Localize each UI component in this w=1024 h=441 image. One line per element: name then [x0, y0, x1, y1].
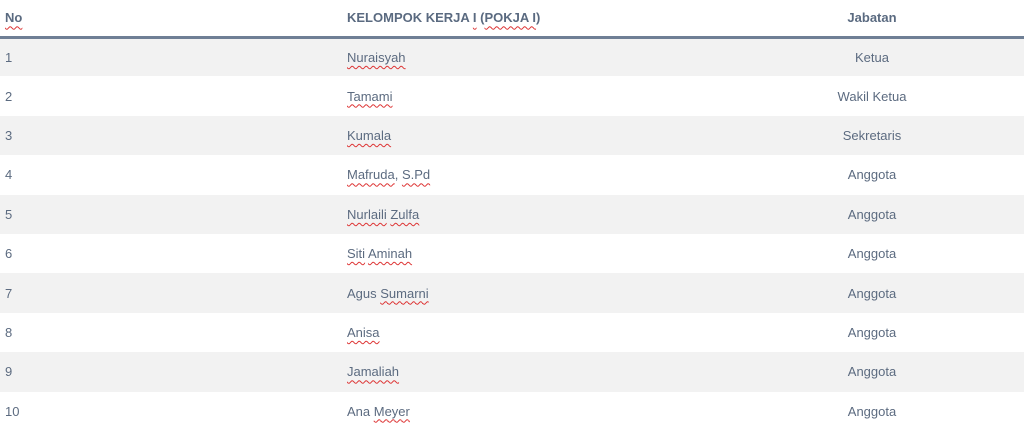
member-name-part: Jamaliah — [347, 364, 400, 380]
cell-member-name: Mafruda, S.Pd — [340, 155, 720, 194]
table-row: 6 Siti Aminah Anggota — [0, 233, 1024, 274]
cell-no: 6 — [5, 246, 13, 262]
member-name-part: Nurlaili — [347, 206, 387, 222]
cell-member-name: Ana Meyer — [340, 392, 720, 431]
cell-member-name: Tamami — [340, 76, 720, 115]
member-name-part: Meyer — [373, 403, 410, 419]
table-row: 8 Anisa Anggota — [0, 312, 1024, 353]
table-row: 9 Jamaliah Anggota — [0, 352, 1024, 392]
cell-no: 4 — [5, 167, 13, 183]
pokja-table-container: No KELOMPOK KERJA I (POKJA I) Jabatan 1 N… — [0, 0, 1024, 441]
member-name-part: Nuraisyah — [347, 49, 406, 65]
member-name-part: Siti — [347, 246, 366, 262]
header-name-paren-close: ) — [536, 10, 541, 26]
cell-member-name: Siti Aminah — [340, 234, 720, 273]
member-name-part: Sumarni — [380, 285, 429, 301]
pokja-members-table: No KELOMPOK KERJA I (POKJA I) Jabatan 1 N… — [0, 0, 1024, 431]
header-row: No KELOMPOK KERJA I (POKJA I) Jabatan — [0, 0, 1024, 39]
header-name-paren-open: ( — [476, 10, 485, 26]
cell-no: 1 — [5, 49, 13, 65]
header-jabatan: Jabatan — [720, 0, 1024, 39]
cell-member-name: Jamaliah — [340, 352, 720, 391]
cell-member-name: Nurlaili Zulfa — [340, 195, 720, 234]
cell-no: 2 — [5, 88, 13, 104]
cell-no: 3 — [5, 127, 13, 143]
cell-member-name: Anisa — [340, 313, 720, 352]
cell-no: 9 — [5, 364, 13, 380]
cell-jabatan: Sekretaris — [842, 127, 902, 143]
member-name-part: , — [394, 167, 402, 183]
table-row: 3 Kumala Sekretaris — [0, 115, 1024, 156]
member-name-part: Mafruda — [347, 167, 395, 183]
member-name-part: Ana — [347, 403, 374, 419]
cell-jabatan: Anggota — [847, 324, 897, 340]
cell-no: 8 — [5, 324, 13, 340]
cell-no: 10 — [5, 403, 20, 419]
table-row: 5 Nurlaili Zulfa Anggota — [0, 194, 1024, 234]
member-name-part: Kumala — [347, 127, 392, 143]
table-row: 10 Ana Meyer Anggota — [0, 391, 1024, 431]
cell-jabatan: Anggota — [847, 364, 897, 380]
header-no-label: No — [5, 10, 23, 26]
member-name-part: Tamami — [347, 88, 393, 104]
table-body: 1 Nuraisyah Ketua 2 Tamami Wakil Ketua 3 Kumala… — [0, 37, 1024, 431]
cell-jabatan: Ketua — [855, 49, 889, 65]
table-row: 1 Nuraisyah Ketua — [0, 37, 1024, 77]
member-name-part: S.Pd — [401, 167, 431, 183]
table-row: 4 Mafruda, S.Pd Anggota — [0, 155, 1024, 195]
cell-no: 5 — [5, 206, 13, 222]
table-header: No KELOMPOK KERJA I (POKJA I) Jabatan — [0, 0, 1024, 39]
member-name-part: Anisa — [347, 324, 380, 340]
table-row: 2 Tamami Wakil Ketua — [0, 76, 1024, 116]
cell-member-name: Nuraisyah — [340, 37, 720, 76]
header-kelompok-kerja: KELOMPOK KERJA I (POKJA I) — [340, 0, 720, 39]
cell-jabatan: Anggota — [847, 246, 897, 262]
header-name-pokja: POKJA I — [484, 10, 537, 26]
cell-jabatan: Anggota — [847, 167, 897, 183]
member-name-part: Agus — [347, 285, 381, 301]
cell-jabatan: Anggota — [847, 285, 897, 301]
cell-jabatan: Anggota — [847, 403, 897, 419]
table-row: 7 Agus Sumarni Anggota — [0, 273, 1024, 313]
cell-no: 7 — [5, 285, 13, 301]
header-no: No — [0, 0, 340, 39]
member-name-part: Aminah — [367, 246, 413, 262]
cell-member-name: Agus Sumarni — [340, 273, 720, 312]
header-name-prefix: KELOMPOK KERJA — [347, 10, 473, 26]
member-name-part: Zulfa — [390, 206, 420, 222]
cell-member-name: Kumala — [340, 116, 720, 155]
cell-jabatan: Wakil Ketua — [837, 88, 907, 104]
cell-jabatan: Anggota — [847, 206, 897, 222]
